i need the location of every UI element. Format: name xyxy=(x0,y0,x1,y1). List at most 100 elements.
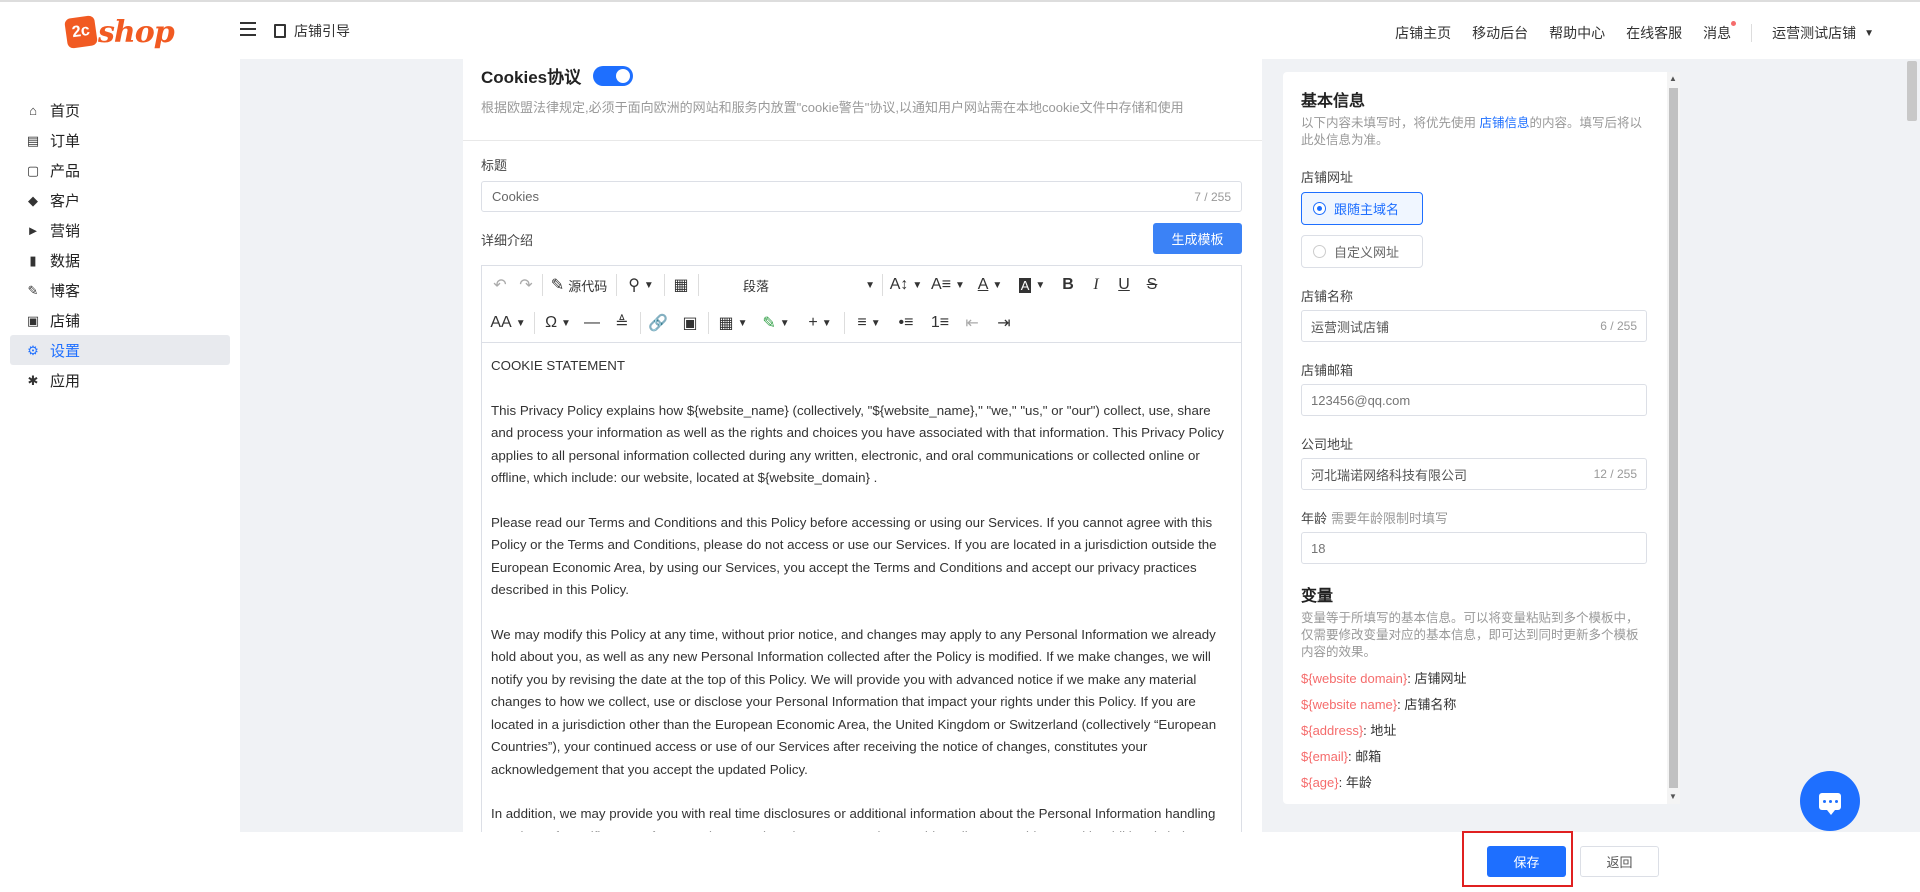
outdent-icon[interactable]: ⇤ xyxy=(960,308,984,338)
edit-icon: ✎ xyxy=(27,282,39,298)
redo-icon[interactable]: ↷ xyxy=(516,270,536,300)
font-color-button[interactable]: A ▼ xyxy=(972,270,1008,300)
age-label: 年龄 需要年龄限制时填写 xyxy=(1301,508,1448,527)
sidebar-item-orders[interactable]: ▤ 订单 xyxy=(10,125,230,155)
select-all-icon[interactable]: ▦ xyxy=(668,270,694,300)
store-email-input[interactable] xyxy=(1311,392,1591,408)
table-icon: ▦ xyxy=(718,315,734,332)
highlight-button[interactable]: ✎ ▼ xyxy=(756,308,796,338)
address-label: 公司地址 xyxy=(1301,437,1354,452)
page-break-icon[interactable]: ≜ xyxy=(610,308,634,338)
link-icon[interactable]: 🔗 xyxy=(646,308,670,338)
search-icon: ⚲ xyxy=(628,277,640,294)
generate-template-button[interactable]: 生成模板 xyxy=(1153,223,1242,254)
indent-icon[interactable]: ⇥ xyxy=(992,308,1016,338)
radio-label: 跟随主域名 xyxy=(1334,202,1400,217)
link-messages[interactable]: 消息 xyxy=(1703,21,1737,43)
variable-key: ${website name} xyxy=(1301,697,1398,712)
sidebar-item-marketing[interactable]: ► 营销 xyxy=(10,215,230,245)
link-store-home[interactable]: 店铺主页 xyxy=(1395,23,1451,43)
sidebar-item-label: 设置 xyxy=(50,342,81,360)
title-input[interactable] xyxy=(492,189,1092,204)
undo-icon[interactable]: ↶ xyxy=(490,270,510,300)
store-switcher[interactable]: 运营测试店铺 ▼ xyxy=(1772,23,1874,43)
back-button[interactable]: 返回 xyxy=(1580,846,1659,877)
store-guide-link[interactable]: 店铺引导 xyxy=(274,21,350,41)
omega-icon: Ω xyxy=(545,314,558,331)
sidebar-item-blog[interactable]: ✎ 博客 xyxy=(10,275,230,305)
save-button[interactable]: 保存 xyxy=(1487,846,1566,877)
sidebar-item-data[interactable]: ▮ 数据 xyxy=(10,245,230,275)
align-button[interactable]: ≡ ▼ xyxy=(850,308,888,338)
store-guide-label: 店铺引导 xyxy=(294,23,350,39)
sidebar-item-apps[interactable]: ✱ 应用 xyxy=(10,365,230,395)
insert-button[interactable]: + ▼ xyxy=(802,308,838,338)
sidebar-item-products[interactable]: ▢ 产品 xyxy=(10,155,230,185)
radio-custom-url[interactable]: 自定义网址 xyxy=(1301,235,1423,268)
horizontal-rule-icon[interactable]: — xyxy=(580,308,604,338)
chevron-down-icon: ▼ xyxy=(955,279,965,291)
menu-toggle-icon[interactable] xyxy=(240,22,256,38)
sidebar-item-label: 产品 xyxy=(50,162,81,180)
table-button[interactable]: ▦ ▼ xyxy=(714,308,752,338)
line-height-icon: A≡ xyxy=(931,276,952,293)
image-icon[interactable]: ▣ xyxy=(678,308,702,338)
variable-item: ${age}: 年龄 xyxy=(1301,772,1372,791)
cookie-description: 根据欧盟法律规定,必须于面向欧洲的网站和服务内放置"cookie警告"协议,以通… xyxy=(481,100,1184,115)
sidebar-item-label: 客户 xyxy=(50,192,81,210)
link-mobile-admin[interactable]: 移动后台 xyxy=(1472,23,1528,43)
store-icon: ▣ xyxy=(26,312,40,328)
page-scrollbar-thumb[interactable] xyxy=(1907,61,1917,121)
scroll-down-icon[interactable]: ▼ xyxy=(1669,792,1677,801)
link-help-center[interactable]: 帮助中心 xyxy=(1549,23,1605,43)
strikethrough-icon[interactable]: S xyxy=(1140,270,1164,300)
store-name-input[interactable] xyxy=(1311,318,1591,334)
variable-value: : 邮箱 xyxy=(1347,749,1382,764)
font-size-button[interactable]: A↕ ▼ xyxy=(886,270,926,300)
text-case-button[interactable]: AА ▼ xyxy=(488,308,528,338)
find-replace-button[interactable]: ⚲ ▼ xyxy=(622,270,660,300)
variable-item: ${website name}: 店铺名称 xyxy=(1301,694,1456,713)
variable-key: ${address} xyxy=(1301,723,1364,738)
top-header: 2c shop 店铺引导 店铺主页 移动后台 帮助中心 在线客服 消息 运营测试… xyxy=(0,0,1920,59)
chevron-down-icon: ▼ xyxy=(1035,279,1046,291)
toolbar-separator xyxy=(542,274,543,296)
bullet-list-icon[interactable]: •≡ xyxy=(894,308,918,338)
panel-scrollbar-thumb[interactable] xyxy=(1669,88,1678,788)
paragraph-format-select[interactable]: 段落 ▼ xyxy=(739,270,879,300)
variable-item: ${email}: 邮箱 xyxy=(1301,746,1381,765)
numbered-list-icon[interactable]: 1≡ xyxy=(928,308,952,338)
source-code-label: 源代码 xyxy=(568,278,608,294)
variable-value: : 地址 xyxy=(1363,723,1397,738)
sidebar-item-store[interactable]: ▣ 店铺 xyxy=(10,305,230,335)
cookie-title-text: Cookies协议 xyxy=(481,68,582,87)
bold-icon[interactable]: B xyxy=(1056,270,1080,300)
special-char-button[interactable]: Ω ▼ xyxy=(540,308,576,338)
sidebar-item-label: 营销 xyxy=(50,222,81,240)
background-color-button[interactable]: A ▼ xyxy=(1012,270,1052,300)
logo[interactable]: 2c shop xyxy=(64,12,175,52)
editor-toolbar-row-2: AА ▼ Ω ▼ — ≜ 🔗 ▣ ▦ ▼ ✎ ▼ + ▼ ≡ ▼ •≡ 1≡ ⇤… xyxy=(482,304,1241,342)
store-name: 运营测试店铺 xyxy=(1772,25,1857,41)
source-code-button[interactable]: ✎ 源代码 xyxy=(548,270,610,300)
scroll-up-icon[interactable]: ▲ xyxy=(1669,74,1677,83)
radio-follow-domain[interactable]: 跟随主域名 xyxy=(1301,192,1423,225)
chat-button[interactable] xyxy=(1800,771,1860,831)
italic-icon[interactable]: I xyxy=(1084,270,1108,300)
store-info-link[interactable]: 店铺信息 xyxy=(1480,116,1530,130)
age-field xyxy=(1301,532,1647,564)
chevron-down-icon: ▼ xyxy=(561,317,571,329)
rich-text-editor: ↶ ↷ ✎ 源代码 ⚲ ▼ ▦ 段落 ▼ A↕ ▼ A≡ ▼ A ▼ A ▼ B… xyxy=(481,265,1242,832)
sidebar-item-home[interactable]: ⌂ 首页 xyxy=(10,95,230,125)
underline-icon[interactable]: U xyxy=(1112,270,1136,300)
link-online-service[interactable]: 在线客服 xyxy=(1626,23,1682,43)
line-height-button[interactable]: A≡ ▼ xyxy=(928,270,968,300)
address-input[interactable] xyxy=(1311,466,1591,482)
panel-scrollbar[interactable]: ▲ ▼ xyxy=(1667,72,1680,804)
bag-icon: ▢ xyxy=(26,162,40,178)
age-input[interactable] xyxy=(1311,540,1591,556)
sidebar-item-customers[interactable]: ◆ 客户 xyxy=(10,185,230,215)
sidebar-item-settings[interactable]: ⚙ 设置 xyxy=(10,335,230,365)
cookie-enabled-toggle[interactable] xyxy=(593,65,634,86)
editor-content[interactable]: COOKIE STATEMENT This Privacy Policy exp… xyxy=(482,343,1241,832)
